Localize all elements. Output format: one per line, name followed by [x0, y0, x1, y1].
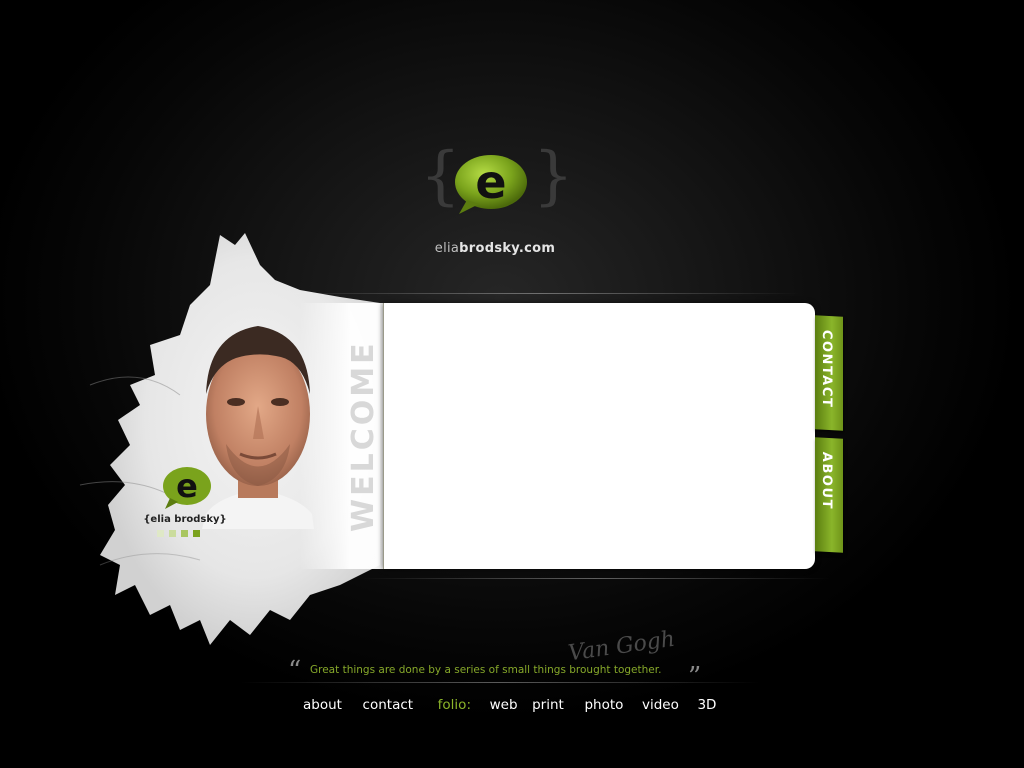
- site-name: eliabrodsky.com: [434, 241, 556, 256]
- mini-logo-icon: e: [163, 467, 211, 509]
- brand-name: {elia brodsky}: [143, 514, 227, 525]
- site-logo[interactable]: { e }: [420, 144, 574, 230]
- mini-logo-letter: e: [176, 467, 198, 505]
- content-panel: [383, 303, 815, 569]
- quote-open-icon: “: [288, 656, 302, 686]
- swatch-1: [157, 530, 164, 537]
- footer-nav: about contact folio: web print photo vid…: [303, 697, 716, 717]
- nav-web[interactable]: web: [490, 697, 518, 713]
- tab-contact[interactable]: CONTACT: [815, 315, 843, 431]
- swatch-2: [169, 530, 176, 537]
- nav-contact[interactable]: contact: [363, 697, 414, 713]
- nav-video[interactable]: video: [642, 697, 679, 713]
- portrait-photo: [202, 326, 314, 529]
- quote-block: “ Great things are done by a series of s…: [288, 656, 708, 690]
- quote-close-icon: ”: [688, 662, 702, 692]
- logo-brace-close: }: [533, 139, 574, 213]
- nav-folio-label: folio:: [437, 697, 471, 713]
- logo-letter: e: [475, 155, 506, 209]
- bottom-divider-line: [360, 578, 830, 579]
- nav-3d[interactable]: 3D: [697, 697, 716, 713]
- speech-bubble-logo-icon: e: [455, 155, 527, 214]
- nav-photo[interactable]: photo: [584, 697, 623, 713]
- nav-print[interactable]: print: [532, 697, 564, 713]
- nav-about[interactable]: about: [303, 697, 342, 713]
- quote-divider-line: [240, 682, 760, 683]
- welcome-label: WELCOME: [346, 340, 381, 532]
- quote-text: Great things are done by a series of sma…: [310, 664, 662, 676]
- swatch-3: [181, 530, 188, 537]
- swatch-4: [193, 530, 200, 537]
- tab-about[interactable]: ABOUT: [815, 437, 843, 553]
